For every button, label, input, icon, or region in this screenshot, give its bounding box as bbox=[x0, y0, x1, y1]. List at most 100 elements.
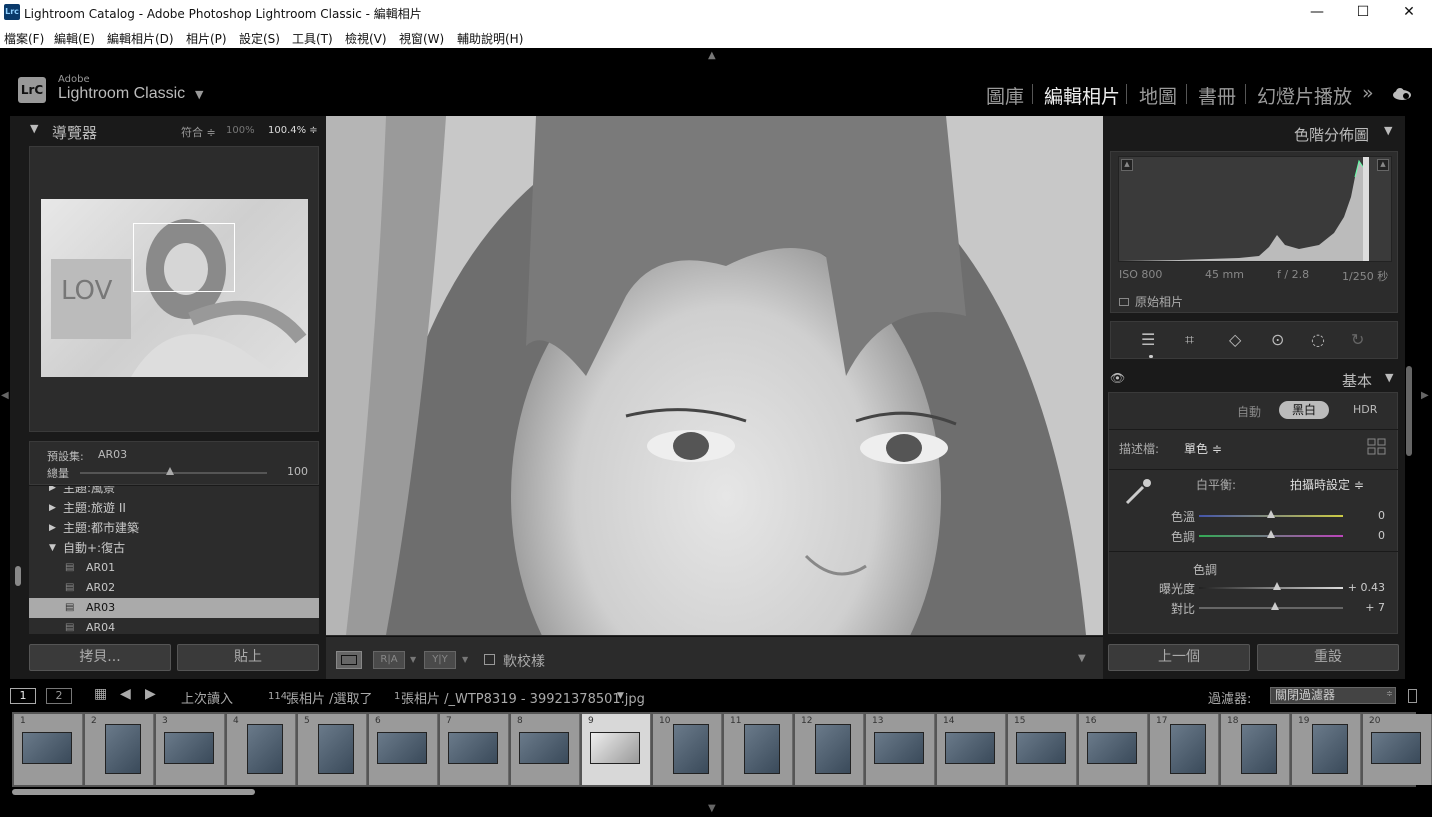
menu-photo[interactable]: 相片(P) bbox=[186, 30, 227, 47]
collapse-bottom-arrow-icon[interactable]: ▼ bbox=[708, 803, 716, 814]
filmstrip-thumbnail-selected[interactable]: 9 bbox=[582, 714, 651, 785]
profile-dropdown[interactable]: 單色 ≑ bbox=[1184, 440, 1222, 457]
zoom-fit[interactable]: 符合 ≑ bbox=[181, 124, 216, 140]
grid-view-icon[interactable]: ▦ bbox=[94, 686, 107, 702]
amount-slider-thumb[interactable] bbox=[165, 467, 174, 475]
filename-dropdown-icon[interactable]: ▼ bbox=[617, 691, 624, 701]
tint-slider-thumb[interactable] bbox=[1267, 530, 1275, 538]
left-panel-scrollbar[interactable] bbox=[15, 566, 21, 586]
more-modules-icon[interactable]: » bbox=[1362, 82, 1374, 104]
right-panel-scrollbar[interactable] bbox=[1406, 366, 1412, 456]
source-label[interactable]: 上次讀入 bbox=[181, 688, 233, 707]
filter-dropdown[interactable]: 關閉過濾器 bbox=[1270, 687, 1396, 704]
masking-icon[interactable]: ◌ bbox=[1311, 330, 1325, 349]
navigator-thumbnail[interactable]: LOV bbox=[41, 199, 308, 377]
menu-develop[interactable]: 編輯相片(D) bbox=[107, 30, 174, 47]
navigator-header[interactable]: ▼ 導覽器 符合 ≑ 100% 100.4% ≑ bbox=[28, 122, 318, 142]
forward-arrow-icon[interactable]: ▶ bbox=[145, 686, 156, 702]
navigator-preview[interactable]: LOV bbox=[29, 146, 319, 432]
preset-group[interactable]: ▼ 自動+:復古 bbox=[29, 538, 319, 558]
reset-button[interactable]: 重設 bbox=[1257, 644, 1399, 671]
filmstrip-thumbnail[interactable]: 7 bbox=[440, 714, 509, 785]
cloud-sync-icon[interactable] bbox=[1392, 86, 1412, 100]
filmstrip-thumbnail[interactable]: 4 bbox=[227, 714, 296, 785]
wb-dropdown[interactable]: 拍攝時設定 ≑ bbox=[1290, 476, 1364, 493]
collapse-top-arrow-icon[interactable]: ▲ bbox=[708, 50, 716, 61]
filmstrip-thumbnail[interactable]: 20 bbox=[1363, 714, 1432, 785]
menu-tools[interactable]: 工具(T) bbox=[292, 30, 333, 47]
tint-value[interactable]: 0 bbox=[1345, 529, 1385, 542]
collapse-left-arrow-icon[interactable]: ◀ bbox=[1, 390, 9, 401]
before-after-swap-button[interactable]: Y|Y bbox=[424, 651, 456, 669]
back-arrow-icon[interactable]: ◀ bbox=[120, 686, 131, 702]
treatment-bw[interactable]: 黑白 bbox=[1279, 401, 1329, 419]
filmstrip-thumbnail[interactable]: 14 bbox=[937, 714, 1006, 785]
white-balance-picker-icon[interactable] bbox=[1123, 477, 1153, 507]
module-library[interactable]: 圖庫 bbox=[986, 82, 1024, 109]
minimize-button[interactable]: — bbox=[1294, 0, 1340, 26]
temp-value[interactable]: 0 bbox=[1345, 509, 1385, 522]
filmstrip-thumbnail[interactable]: 1 bbox=[14, 714, 83, 785]
filmstrip-thumbnail[interactable]: 12 bbox=[795, 714, 864, 785]
previous-button[interactable]: 上一個 bbox=[1108, 644, 1250, 671]
basic-header[interactable]: 👁 基本 ▼ bbox=[1108, 370, 1398, 390]
main-photo[interactable] bbox=[326, 116, 1103, 635]
profile-browser-icon[interactable] bbox=[1367, 438, 1387, 456]
treatment-auto[interactable]: 自動 bbox=[1237, 403, 1261, 420]
preset-item[interactable]: ▤ AR04 bbox=[29, 618, 319, 634]
filmstrip-thumbnail[interactable]: 17 bbox=[1150, 714, 1219, 785]
toolbar-menu-icon[interactable]: ▼ bbox=[1078, 653, 1086, 664]
preset-item[interactable]: ▤ AR01 bbox=[29, 558, 319, 578]
menu-file[interactable]: 檔案(F) bbox=[4, 30, 44, 47]
highlight-clipping-icon[interactable]: ▲ bbox=[1377, 159, 1389, 171]
preset-item[interactable]: ▤ AR02 bbox=[29, 578, 319, 598]
preset-item-selected[interactable]: ▤ AR03 bbox=[29, 598, 319, 618]
secondary-window-button[interactable]: 2 bbox=[46, 688, 72, 704]
filmstrip-thumbnail[interactable]: 15 bbox=[1008, 714, 1077, 785]
filmstrip-thumbnail[interactable]: 18 bbox=[1221, 714, 1290, 785]
contrast-slider-thumb[interactable] bbox=[1271, 602, 1280, 610]
preset-group[interactable]: ▶ 主題:都市建築 bbox=[29, 518, 319, 538]
menu-view[interactable]: 檢視(V) bbox=[345, 30, 387, 47]
menu-edit[interactable]: 編輯(E) bbox=[54, 30, 95, 47]
module-book[interactable]: 書冊 bbox=[1198, 82, 1236, 109]
filmstrip-thumbnail[interactable]: 2 bbox=[85, 714, 154, 785]
history-icon[interactable]: ↻ bbox=[1351, 330, 1364, 349]
histogram-graph[interactable]: ▲ ▲ bbox=[1118, 156, 1392, 262]
identity-dropdown-icon[interactable]: ▼ bbox=[195, 88, 203, 101]
temp-slider-thumb[interactable] bbox=[1267, 510, 1275, 518]
copy-button[interactable]: 拷貝... bbox=[29, 644, 171, 671]
heal-eraser-icon[interactable]: ◇ bbox=[1229, 330, 1241, 349]
filmstrip-thumbnail[interactable]: 16 bbox=[1079, 714, 1148, 785]
main-window-button[interactable]: 1 bbox=[10, 688, 36, 704]
menu-window[interactable]: 視窗(W) bbox=[399, 30, 444, 47]
edit-sliders-icon[interactable]: ☰ bbox=[1141, 330, 1155, 349]
zoom-custom[interactable]: 100.4% ≑ bbox=[268, 125, 318, 136]
zoom-100[interactable]: 100% bbox=[226, 125, 255, 136]
preset-group[interactable]: ▶ 主題:旅遊 II bbox=[29, 498, 319, 518]
exposure-value[interactable]: + 0.43 bbox=[1345, 581, 1385, 594]
shadow-clipping-icon[interactable]: ▲ bbox=[1121, 159, 1133, 171]
paste-button[interactable]: 貼上 bbox=[177, 644, 319, 671]
collapse-triangle-icon[interactable]: ▼ bbox=[1384, 124, 1392, 137]
close-button[interactable]: ✕ bbox=[1386, 0, 1432, 26]
filmstrip-thumbnail[interactable]: 6 bbox=[369, 714, 438, 785]
filmstrip-thumbnail[interactable]: 3 bbox=[156, 714, 225, 785]
filmstrip-thumbnail[interactable]: 11 bbox=[724, 714, 793, 785]
filmstrip-scrollbar[interactable] bbox=[12, 789, 255, 795]
before-after-lr-button[interactable]: R|A bbox=[373, 651, 405, 669]
before-after-dropdown-icon[interactable]: ▼ bbox=[410, 655, 416, 664]
module-develop[interactable]: 編輯相片 bbox=[1044, 82, 1120, 109]
original-photo-toggle[interactable]: 原始相片 bbox=[1119, 293, 1183, 310]
exposure-slider-thumb[interactable] bbox=[1272, 582, 1281, 590]
collapse-triangle-icon[interactable]: ▼ bbox=[1385, 371, 1393, 384]
filter-lock-icon[interactable] bbox=[1408, 689, 1417, 703]
maximize-button[interactable]: ☐ bbox=[1340, 0, 1386, 26]
filmstrip-thumbnail[interactable]: 5 bbox=[298, 714, 367, 785]
filmstrip-thumbnail[interactable]: 13 bbox=[866, 714, 935, 785]
red-eye-icon[interactable]: ⊙ bbox=[1271, 330, 1284, 349]
collapse-right-arrow-icon[interactable]: ▶ bbox=[1421, 390, 1429, 401]
treatment-hdr[interactable]: HDR bbox=[1353, 403, 1377, 416]
contrast-value[interactable]: + 7 bbox=[1345, 601, 1385, 614]
module-map[interactable]: 地圖 bbox=[1139, 82, 1177, 109]
